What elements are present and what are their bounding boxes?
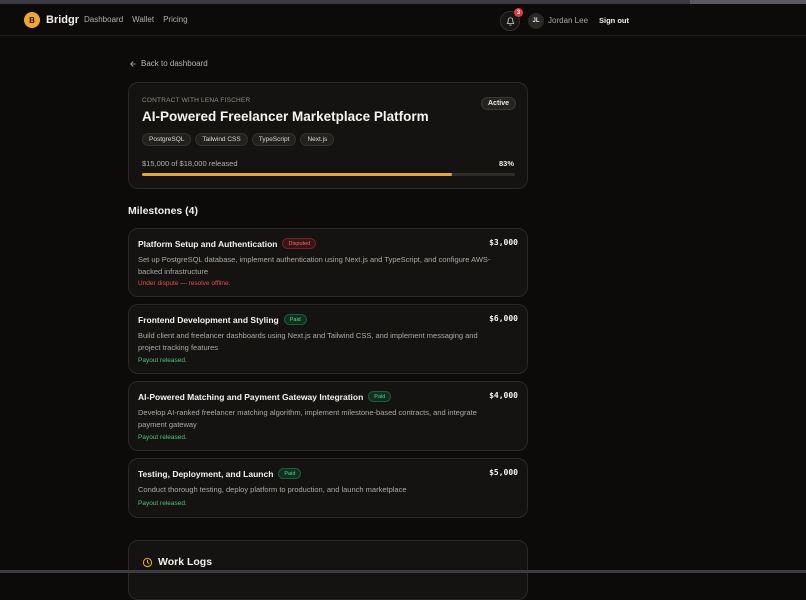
tag-tailwind-css: Tailwind CSS: [195, 133, 248, 146]
app-name: Bridgr: [46, 14, 79, 26]
milestone-status-badge: Disputed: [282, 238, 317, 249]
milestones-heading: Milestones (4): [128, 205, 199, 217]
released-amount: $15,000 of $18,000 released: [142, 159, 238, 168]
milestone-note: Payout released.: [138, 500, 187, 507]
clock-icon: [142, 557, 153, 567]
milestone-description: Set up PostgreSQL database, implement au…: [138, 255, 491, 276]
work-logs-heading: Work Logs: [142, 556, 212, 568]
milestone-description: Develop AI-ranked freelancer matching al…: [138, 408, 477, 429]
progress-bar-fill: [142, 173, 452, 176]
sign-out-button[interactable]: Sign out: [599, 16, 629, 25]
milestone-title-row: Frontend Development and Styling Paid: [138, 314, 307, 325]
milestone-status-badge: Paid: [278, 468, 302, 479]
contract-card: CONTRACT WITH LENA FISCHER AI-Powered Fr…: [128, 82, 528, 189]
tag-postgresql: PostgreSQL: [142, 133, 192, 146]
navbar: B Bridgr Dashboard Wallet Pricing 3 JL J…: [0, 4, 806, 36]
tag-typescript: TypeScript: [251, 133, 297, 146]
tag-nextjs: Next.js: [300, 133, 335, 146]
avatar[interactable]: JL: [528, 13, 544, 29]
tech-tags: PostgreSQL Tailwind CSS TypeScript Next.…: [142, 133, 335, 146]
status-badge: Active: [481, 97, 517, 110]
milestone-amount: $4,000: [489, 391, 518, 400]
back-to-dashboard-link[interactable]: Back to dashboard: [129, 59, 208, 68]
milestone-note: Payout released.: [138, 357, 187, 364]
logo-mark: B: [24, 12, 40, 28]
milestone-title: Frontend Development and Styling: [138, 314, 279, 325]
milestone-card: Testing, Deployment, and Launch Paid $5,…: [128, 458, 528, 518]
milestone-title: AI-Powered Matching and Payment Gateway …: [138, 391, 364, 402]
back-link-label: Back to dashboard: [141, 59, 208, 68]
milestone-title: Platform Setup and Authentication: [138, 238, 278, 249]
milestone-description: Build client and freelancer dashboards u…: [138, 331, 478, 352]
nav-links: Dashboard Wallet Pricing: [84, 15, 188, 24]
notifications-button[interactable]: 3: [500, 8, 523, 31]
milestone-description: Conduct thorough testing, deploy platfor…: [138, 485, 407, 494]
logo[interactable]: B Bridgr: [24, 12, 79, 28]
milestone-card: Frontend Development and Styling Paid $6…: [128, 304, 528, 374]
milestone-amount: $6,000: [489, 314, 518, 323]
progress-bar: [142, 173, 515, 176]
milestone-title: Testing, Deployment, and Launch: [138, 468, 274, 479]
milestone-title-row: Testing, Deployment, and Launch Paid: [138, 468, 302, 479]
milestone-note: Under dispute — resolve offline.: [138, 280, 231, 287]
nav-link-pricing[interactable]: Pricing: [163, 15, 187, 24]
bell-icon: [506, 16, 514, 26]
milestone-status-badge: Paid: [368, 391, 392, 402]
released-percent: 83%: [498, 159, 514, 168]
arrow-left-icon: [130, 60, 136, 67]
milestone-amount: $3,000: [489, 238, 518, 247]
user-name: Jordan Lee: [548, 16, 589, 25]
work-logs-title: Work Logs: [158, 556, 213, 568]
milestone-title-row: AI-Powered Matching and Payment Gateway …: [138, 391, 392, 402]
nav-link-wallet[interactable]: Wallet: [132, 15, 154, 24]
milestone-note: Payout released.: [138, 434, 187, 441]
contract-title: AI-Powered Freelancer Marketplace Platfo…: [142, 109, 429, 124]
milestone-status-badge: Paid: [283, 314, 307, 325]
milestone-amount: $5,000: [489, 468, 518, 477]
notification-badge: 3: [514, 8, 523, 17]
milestone-card: AI-Powered Matching and Payment Gateway …: [128, 381, 528, 451]
milestone-card: Platform Setup and Authentication Disput…: [128, 228, 528, 297]
nav-link-dashboard[interactable]: Dashboard: [84, 15, 123, 24]
milestone-title-row: Platform Setup and Authentication Disput…: [138, 238, 317, 249]
contract-with-label: CONTRACT WITH LENA FISCHER: [142, 97, 251, 104]
